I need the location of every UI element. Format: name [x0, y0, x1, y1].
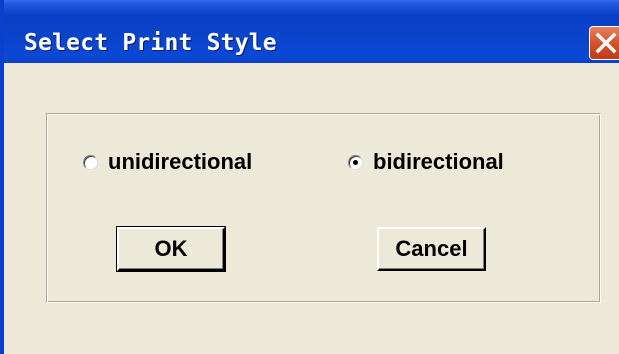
radio-unidirectional-label[interactable]: unidirectional: [108, 149, 252, 175]
print-style-group: unidirectional bidirectional OK Cancel: [46, 113, 601, 303]
print-style-dialog: Select Print Style unidirectional bidire…: [0, 0, 619, 354]
radio-bidirectional-circle[interactable]: [348, 154, 363, 170]
radio-unidirectional-circle[interactable]: [83, 154, 98, 170]
close-button[interactable]: [589, 26, 619, 60]
ok-button[interactable]: OK: [116, 226, 226, 272]
close-icon: [595, 32, 617, 54]
radio-bidirectional-label[interactable]: bidirectional: [373, 149, 504, 175]
radio-bidirectional[interactable]: bidirectional: [348, 149, 504, 175]
cancel-button[interactable]: Cancel: [377, 227, 486, 271]
radio-unidirectional[interactable]: unidirectional: [83, 149, 252, 175]
dialog-title: Select Print Style: [24, 30, 277, 56]
radio-selected-dot: [353, 159, 358, 165]
title-bar[interactable]: Select Print Style: [4, 0, 619, 63]
